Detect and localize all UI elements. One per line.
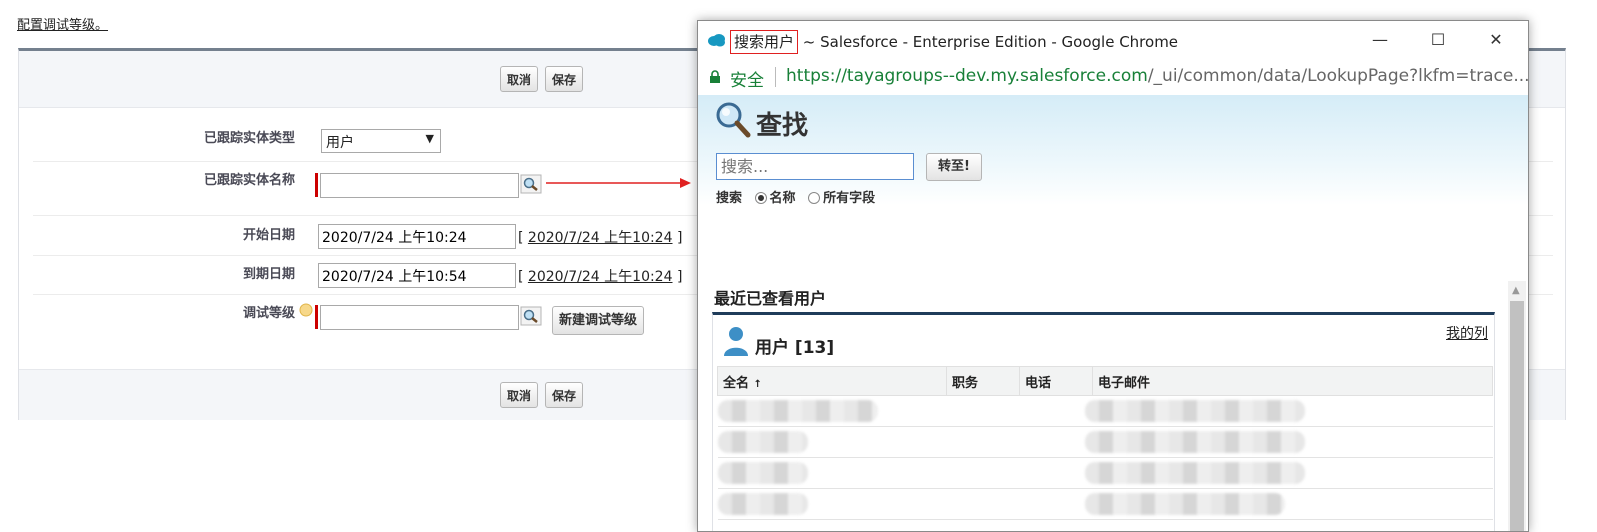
url-path: /_ui/common/data/LookupPage?lkfm=trace..… <box>1147 66 1529 86</box>
entity-name-input[interactable] <box>320 173 519 198</box>
cancel-button-bottom[interactable]: 取消 <box>500 382 539 408</box>
save-button-bottom[interactable]: 保存 <box>545 382 584 408</box>
radio-name-label: 名称 <box>769 191 796 206</box>
scroll-up-icon[interactable]: ▲ <box>1512 285 1520 296</box>
radio-all-fields-label: 所有字段 <box>823 191 876 206</box>
entity-type-value: 用户 <box>326 135 354 151</box>
radio-all-fields[interactable] <box>808 192 821 204</box>
secure-label: 安全 <box>730 71 764 91</box>
help-icon[interactable] <box>299 303 313 317</box>
table-row[interactable] <box>717 395 1493 427</box>
start-date-shortcut: [ 2020/7/24 上午10:24 ] <box>518 230 683 246</box>
end-date-label: 到期日期 <box>242 267 295 282</box>
page-title: 查找 <box>756 111 809 141</box>
annotation-arrow <box>546 178 691 188</box>
column-header-fullname[interactable]: 全名 ↑ <box>717 366 947 396</box>
scroll-thumb[interactable] <box>1510 301 1524 531</box>
table-row[interactable] <box>717 488 1493 520</box>
search-options: 搜索 名称 所有字段 <box>716 187 875 206</box>
divider <box>775 67 776 87</box>
url-text[interactable]: https://tayagroups--dev.my.salesforce.co… <box>786 66 1529 86</box>
redacted-name[interactable] <box>717 400 878 422</box>
address-bar[interactable]: 安全 https://tayagroups--dev.my.salesforce… <box>698 59 1528 96</box>
close-button[interactable]: ✕ <box>1476 27 1516 53</box>
maximize-button[interactable]: ☐ <box>1418 27 1458 53</box>
lookup-icon[interactable] <box>520 174 542 194</box>
redacted-email <box>1084 431 1305 453</box>
redacted-email <box>1084 462 1305 484</box>
search-input[interactable] <box>716 153 914 180</box>
redacted-email <box>1084 400 1305 422</box>
required-indicator <box>315 173 318 197</box>
redacted-name[interactable] <box>717 462 808 484</box>
cancel-button-top[interactable]: 取消 <box>500 66 539 92</box>
lookup-popup-window: 搜索用户 ~ Salesforce - Enterprise Edition -… <box>697 20 1529 532</box>
redacted-name[interactable] <box>717 493 808 515</box>
radio-name[interactable] <box>754 192 767 204</box>
go-button[interactable]: 转至! <box>926 153 982 181</box>
debug-level-input[interactable] <box>320 305 519 330</box>
sort-asc-icon: ↑ <box>753 378 762 390</box>
entity-name-label: 已跟踪实体名称 <box>203 173 295 188</box>
minimize-button[interactable]: — <box>1360 27 1400 53</box>
entity-type-label: 已跟踪实体类型 <box>203 131 295 146</box>
vertical-scrollbar[interactable]: ▲ <box>1508 281 1526 531</box>
window-titlebar[interactable]: 搜索用户 ~ Salesforce - Enterprise Edition -… <box>698 21 1528 59</box>
debug-level-label: 调试等级 <box>242 306 295 321</box>
end-date-input[interactable] <box>318 263 516 288</box>
recent-users-panel: 用户 [13] 我的列 全名 ↑ 职务 电话 电子邮件 <box>712 312 1495 531</box>
new-debug-level-button[interactable]: 新建调试等级 <box>552 306 645 335</box>
save-button-top[interactable]: 保存 <box>545 66 584 92</box>
start-date-link[interactable]: 2020/7/24 上午10:24 <box>528 230 673 246</box>
start-date-input[interactable] <box>318 224 516 249</box>
required-indicator <box>315 305 318 329</box>
entity-type-select[interactable]: 用户 ▼ <box>321 129 441 153</box>
table-row[interactable] <box>717 426 1493 458</box>
column-header-title[interactable]: 职务 <box>946 366 1020 396</box>
users-table: 全名 ↑ 职务 电话 电子邮件 <box>717 366 1493 520</box>
list-title: 用户 [13] <box>755 338 835 358</box>
end-date-link[interactable]: 2020/7/24 上午10:24 <box>528 269 673 285</box>
url-domain: https://tayagroups--dev.my.salesforce.co… <box>786 66 1148 86</box>
title-rest: ~ Salesforce - Enterprise Edition - Goog… <box>798 33 1179 51</box>
lookup-page: 查找 转至! 搜索 名称 所有字段 最近已查看用户 用户 [13] 我的列 全名… <box>698 95 1528 531</box>
search-label: 搜索 <box>716 191 743 206</box>
help-link[interactable]: 配置调试等级。 <box>17 14 108 33</box>
lookup-icon[interactable] <box>520 306 542 326</box>
table-row[interactable] <box>717 457 1493 489</box>
column-header-email[interactable]: 电子邮件 <box>1092 366 1493 396</box>
recent-section-title: 最近已查看用户 <box>714 289 827 308</box>
my-list-link[interactable]: 我的列 <box>1446 323 1488 343</box>
redacted-name[interactable] <box>717 431 808 453</box>
dropdown-arrow-icon: ▼ <box>425 132 434 145</box>
title-highlight: 搜索用户 <box>730 30 799 54</box>
window-title: 搜索用户 ~ Salesforce - Enterprise Edition -… <box>730 30 1179 54</box>
start-date-label: 开始日期 <box>242 228 295 243</box>
magnifier-icon <box>716 102 751 138</box>
end-date-shortcut: [ 2020/7/24 上午10:24 ] <box>518 269 683 285</box>
redacted-email <box>1084 493 1285 515</box>
column-header-phone[interactable]: 电话 <box>1019 366 1093 396</box>
lock-icon <box>710 70 720 83</box>
user-icon <box>724 327 748 356</box>
salesforce-logo-icon <box>708 34 725 47</box>
